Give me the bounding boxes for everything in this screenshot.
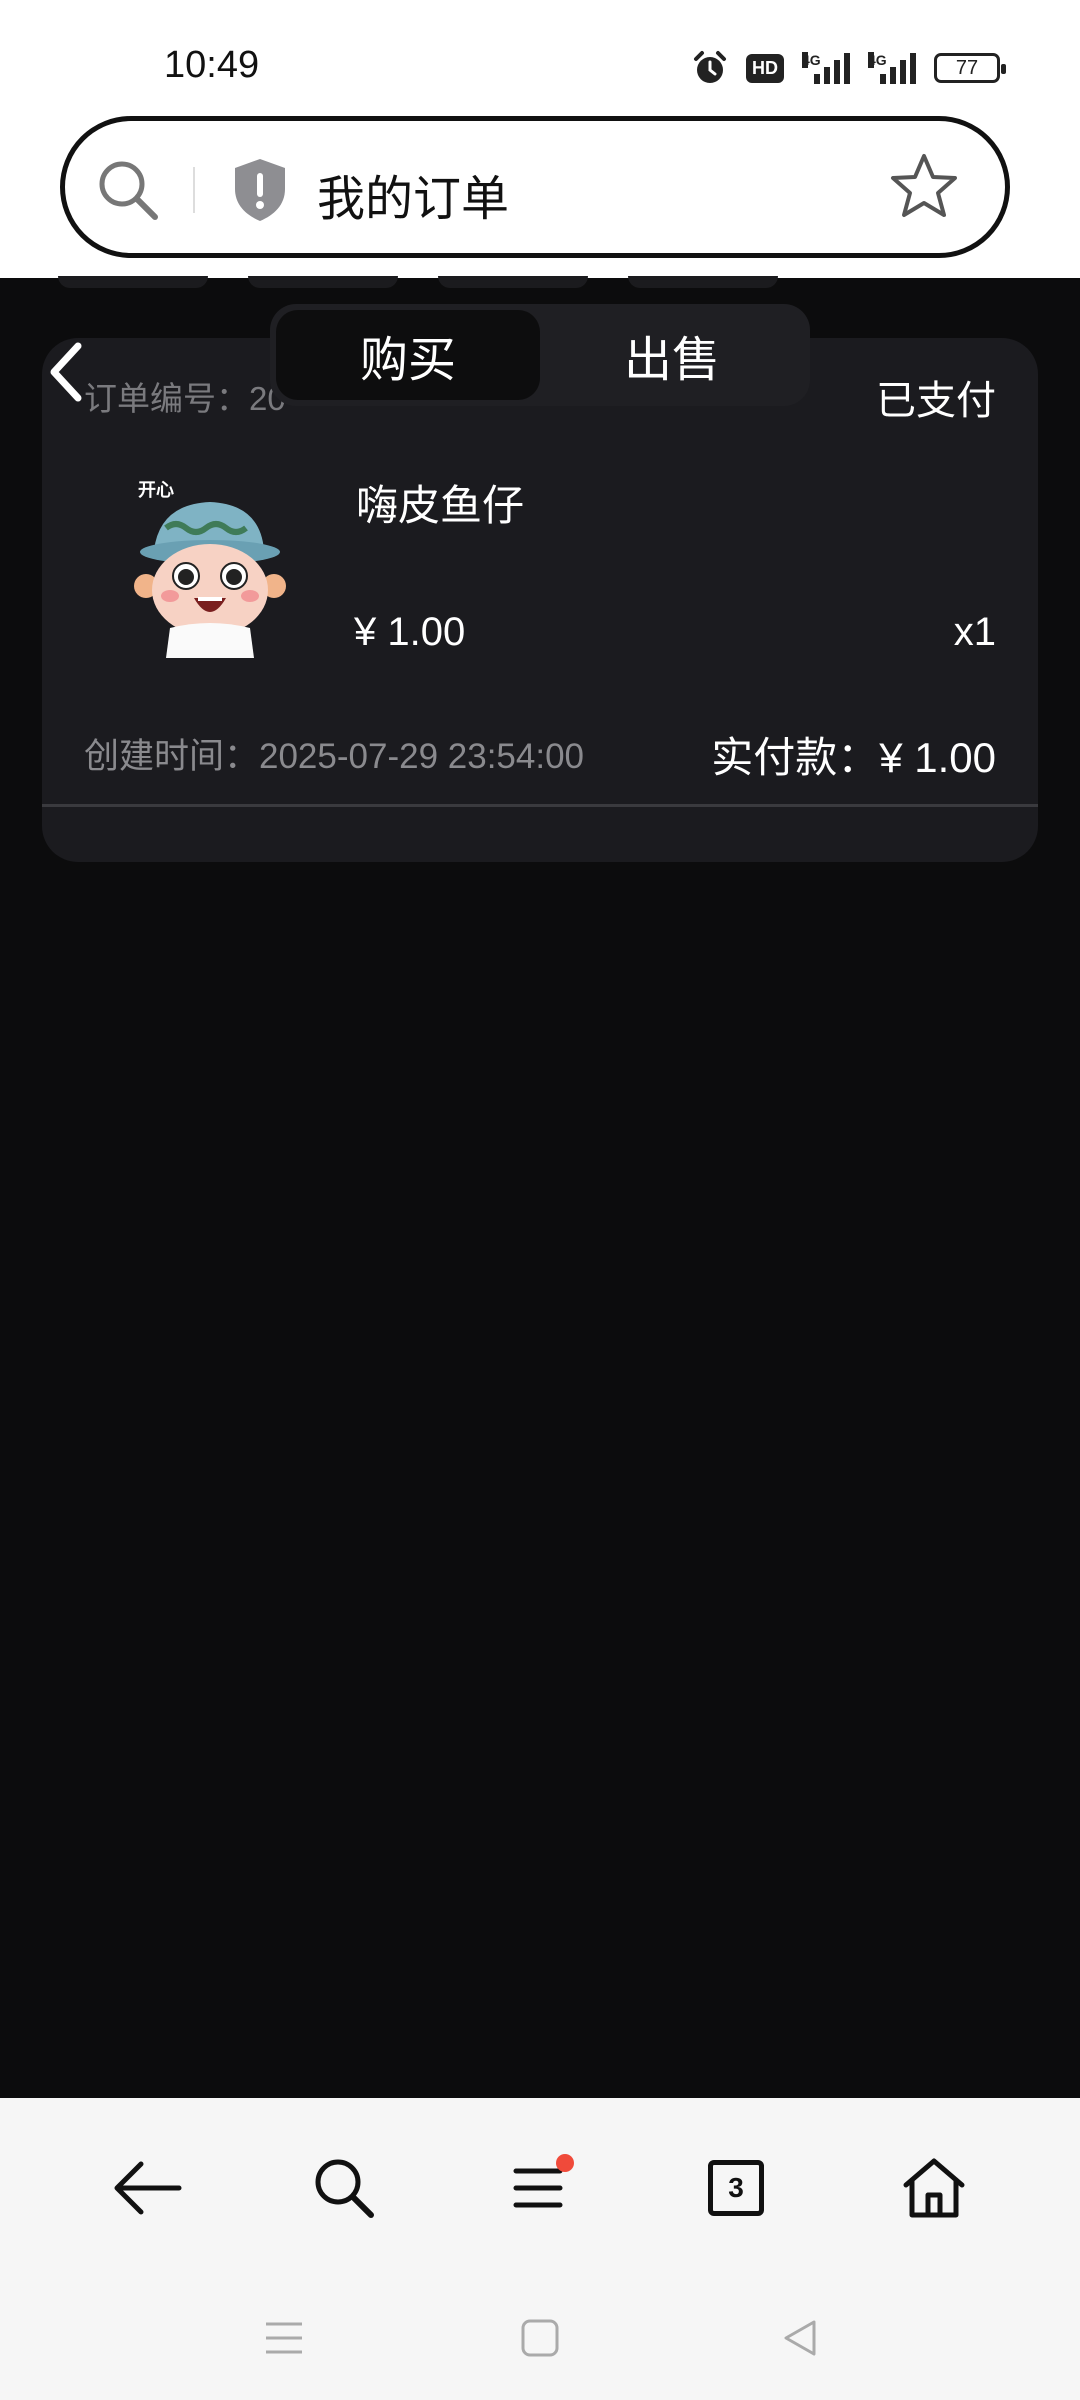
browser-toolbar: 3: [0, 2098, 1080, 2268]
filter-tabs-edge: [0, 276, 1080, 288]
system-nav-bar: [0, 2268, 1080, 2400]
buy-sell-toggle: 购买 出售: [270, 304, 810, 406]
shield-warning-icon[interactable]: [231, 157, 289, 223]
paid-amount: 实付款：¥ 1.00: [711, 734, 996, 781]
home-icon: [903, 2158, 965, 2218]
order-number: 订单编号：20: [84, 380, 286, 417]
signal-4g-icon: 4G: [802, 52, 850, 84]
search-button[interactable]: [304, 2148, 384, 2228]
home-button[interactable]: [894, 2148, 974, 2228]
order-status: 已支付: [876, 379, 996, 423]
page-title: 我的订单: [317, 173, 510, 226]
order-card[interactable]: 订单编号：20 已支付 开心 嗨皮鱼仔 ¥ 1.00 x1 创建时间：2025-…: [42, 338, 1038, 862]
home-nav-button[interactable]: [510, 2308, 570, 2368]
back-button[interactable]: [107, 2148, 187, 2228]
back-triangle-icon: [784, 2320, 816, 2356]
tab-sell[interactable]: 出售: [540, 310, 804, 400]
notification-dot: [556, 2154, 574, 2172]
product-quantity: x1: [953, 610, 996, 654]
battery-icon: 77: [934, 53, 1006, 83]
star-icon[interactable]: [889, 151, 959, 221]
search-icon[interactable]: [95, 157, 161, 223]
status-bar: 10:49 HD 4G 4G 77: [0, 0, 1080, 110]
sticker-text: 开心: [138, 480, 174, 501]
address-bar[interactable]: 我的订单: [60, 116, 1010, 258]
status-icons: HD 4G 4G 77: [692, 48, 1006, 88]
home-square-icon: [521, 2319, 559, 2357]
recent-apps-button[interactable]: [254, 2308, 314, 2368]
address-bar-area: 我的订单: [0, 110, 1080, 278]
recent-apps-icon: [266, 2322, 302, 2354]
menu-button[interactable]: [500, 2148, 580, 2228]
back-chevron-icon[interactable]: [44, 340, 88, 404]
product-image[interactable]: 开心: [124, 468, 294, 658]
back-arrow-icon: [114, 2161, 182, 2215]
search-icon: [315, 2159, 374, 2218]
tabs-button[interactable]: 3: [696, 2148, 776, 2228]
alarm-icon: [694, 51, 726, 83]
created-time: 创建时间：2025-07-29 23:54:00: [84, 737, 584, 776]
hd-voice-icon: HD: [746, 53, 784, 83]
tabs-icon: 3: [708, 2160, 764, 2216]
address-divider: [193, 167, 195, 213]
product-price: ¥ 1.00: [354, 610, 466, 654]
back-nav-button[interactable]: [770, 2308, 830, 2368]
card-divider: [42, 804, 1038, 807]
status-time: 10:49: [164, 44, 260, 86]
product-name[interactable]: 嗨皮鱼仔: [356, 472, 524, 533]
tab-buy[interactable]: 购买: [276, 310, 540, 400]
signal-4g-icon-2: 4G: [868, 52, 916, 84]
